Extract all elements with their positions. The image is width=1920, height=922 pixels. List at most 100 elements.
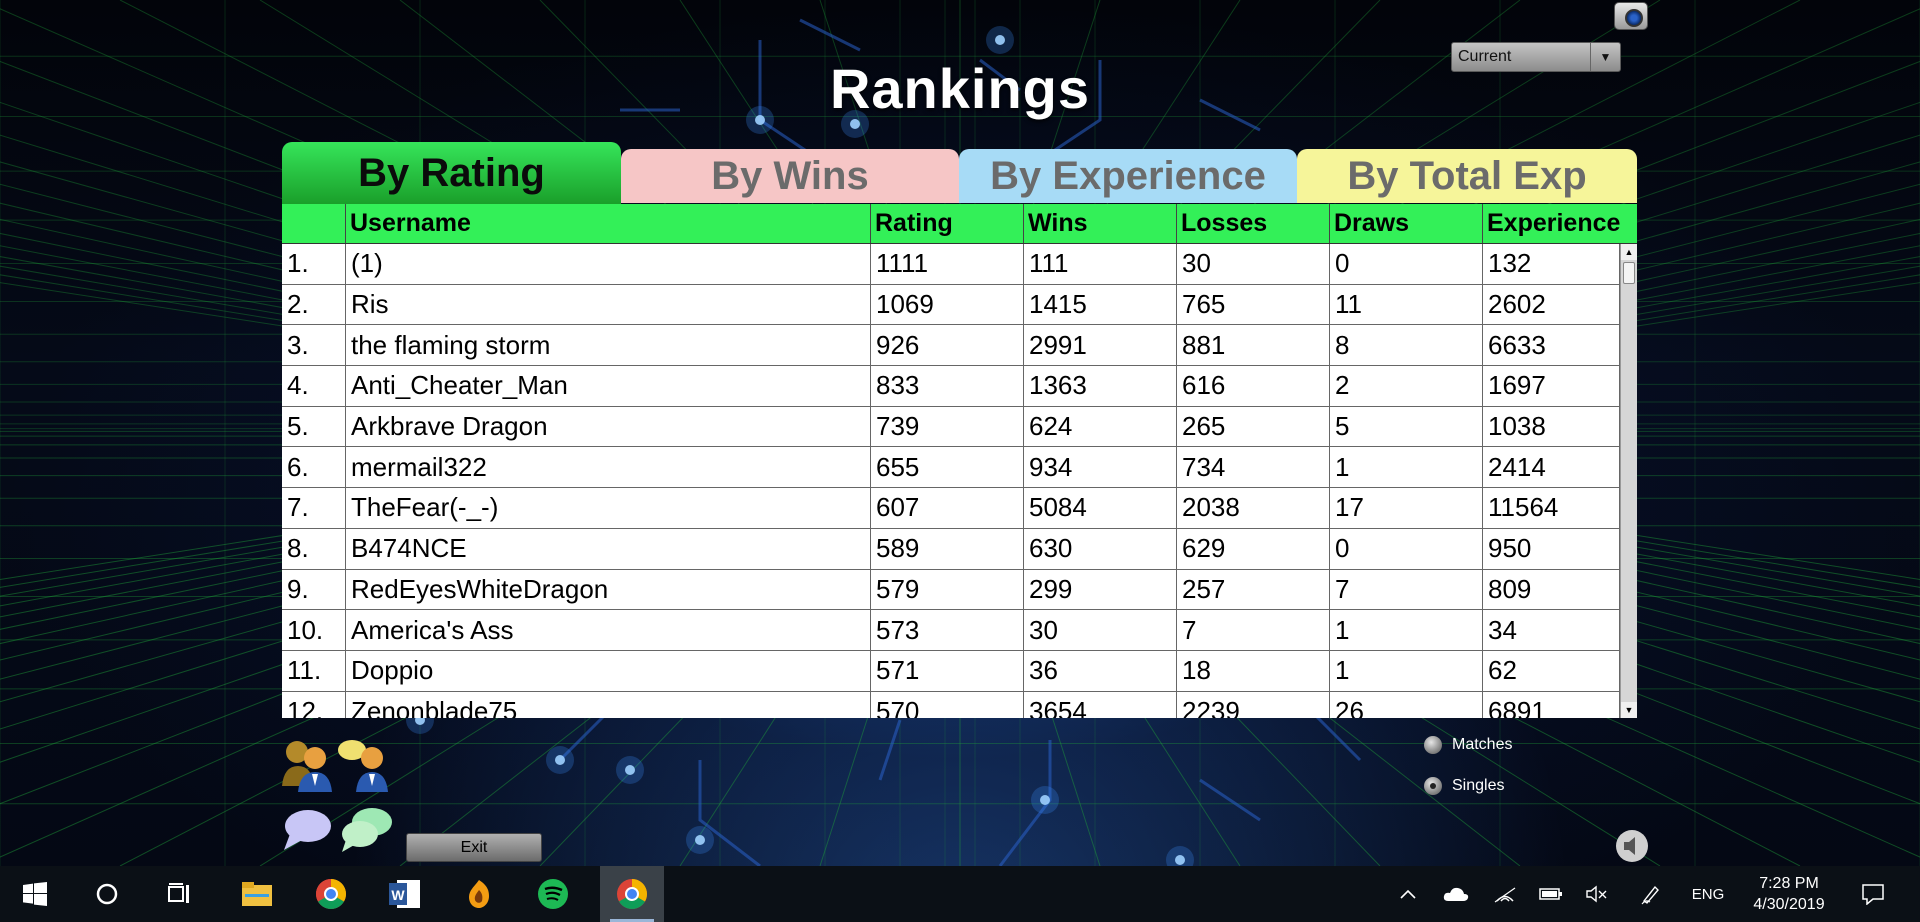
table-cell: 881	[1177, 325, 1330, 366]
windows-taskbar: W ENG 7:28 PM 4/30/2019	[0, 866, 1920, 922]
table-cell: Arkbrave Dragon	[346, 406, 871, 447]
table-row[interactable]: 12. Zenonblade75 570 3654 2239 26 6891	[282, 691, 1620, 718]
start-icon[interactable]	[4, 866, 66, 922]
table-cell: 0	[1330, 528, 1483, 569]
word-icon[interactable]: W	[374, 866, 436, 922]
table-row[interactable]: 5. Arkbrave Dragon 739 624 265 5 1038	[282, 406, 1620, 448]
exit-button[interactable]: Exit	[406, 833, 542, 862]
table-cell: RedEyesWhiteDragon	[346, 569, 871, 610]
table-cell: 934	[1024, 447, 1177, 488]
table-cell: 2038	[1177, 488, 1330, 528]
pen-icon[interactable]	[1634, 866, 1668, 922]
task-view-icon[interactable]	[148, 866, 210, 922]
table-cell: 5.	[282, 406, 346, 447]
table-cell: 111	[1024, 244, 1177, 284]
table-row[interactable]: 1. (1) 1111 111 30 0 132	[282, 244, 1620, 285]
column-header-rating[interactable]: Rating	[871, 204, 1024, 243]
table-cell: 2239	[1177, 691, 1330, 718]
scroll-up-arrow-icon[interactable]: ▲	[1621, 244, 1637, 260]
column-header-username[interactable]: Username	[346, 204, 871, 243]
table-row[interactable]: 3. the flaming storm 926 2991 881 8 6633	[282, 325, 1620, 367]
table-cell: 1	[1330, 447, 1483, 488]
table-scrollbar[interactable]: ▲ ▼	[1620, 244, 1637, 718]
column-header-draws[interactable]: Draws	[1330, 204, 1483, 243]
radio-singles-circle[interactable]	[1424, 777, 1442, 795]
chevron-up-icon[interactable]	[1392, 866, 1424, 922]
table-cell: the flaming storm	[346, 325, 871, 366]
column-header-rank[interactable]	[282, 204, 346, 243]
table-cell: 2	[1330, 366, 1483, 406]
table-cell: 589	[871, 528, 1024, 569]
table-cell: 630	[1024, 528, 1177, 569]
radio-singles-label: Singles	[1452, 777, 1505, 794]
table-header: Username Rating Wins Losses Draws Experience	[282, 204, 1637, 244]
table-cell: 9.	[282, 569, 346, 610]
tab-by-wins[interactable]: By Wins	[621, 149, 959, 203]
screenshot-camera-icon[interactable]	[1614, 2, 1648, 30]
radio-singles[interactable]: Singles	[1424, 777, 1504, 795]
table-cell: 6.	[282, 447, 346, 488]
table-cell: 950	[1483, 528, 1620, 569]
table-cell: 1038	[1483, 406, 1620, 447]
battery-icon[interactable]	[1534, 866, 1568, 922]
notifications-icon[interactable]	[1852, 866, 1894, 922]
radio-matches-circle[interactable]	[1424, 736, 1442, 754]
spotify-icon[interactable]	[522, 866, 584, 922]
table-cell: 607	[871, 488, 1024, 528]
scroll-thumb[interactable]	[1623, 262, 1635, 284]
table-row[interactable]: 11. Doppio 571 36 18 1 62	[282, 650, 1620, 692]
table-cell: 833	[871, 366, 1024, 406]
speaker-icon[interactable]	[1614, 828, 1650, 864]
chrome-active-icon[interactable]	[600, 866, 664, 922]
cortana-icon[interactable]	[76, 866, 138, 922]
file-explorer-icon[interactable]	[226, 866, 288, 922]
table-cell: 2991	[1024, 325, 1177, 366]
wifi-icon[interactable]	[1488, 866, 1522, 922]
table-cell: 62	[1483, 650, 1620, 691]
table-row[interactable]: 2. Ris 1069 1415 765 11 2602	[282, 284, 1620, 326]
tab-by-rating[interactable]: By Rating	[282, 142, 621, 204]
friends-icon[interactable]	[280, 736, 338, 792]
column-header-losses[interactable]: Losses	[1177, 204, 1330, 243]
tab-by-total-exp[interactable]: By Total Exp	[1297, 149, 1637, 203]
table-cell: 7.	[282, 488, 346, 528]
table-cell: 1415	[1024, 284, 1177, 325]
chrome-icon[interactable]	[300, 866, 362, 922]
clock-date: 4/30/2019	[1753, 896, 1825, 913]
volume-muted-icon[interactable]	[1580, 866, 1614, 922]
tab-by-experience[interactable]: By Experience	[959, 149, 1297, 203]
taskbar-clock[interactable]: 7:28 PM 4/30/2019	[1734, 873, 1844, 915]
column-header-wins[interactable]: Wins	[1024, 204, 1177, 243]
table-cell: 734	[1177, 447, 1330, 488]
table-row[interactable]: 6. mermail322 655 934 734 1 2414	[282, 447, 1620, 489]
radio-matches[interactable]: Matches	[1424, 736, 1512, 754]
scroll-down-arrow-icon[interactable]: ▼	[1621, 702, 1637, 718]
table-cell: 926	[871, 325, 1024, 366]
table-cell: 570	[871, 691, 1024, 718]
table-cell: 30	[1024, 610, 1177, 650]
table-cell: 3654	[1024, 691, 1177, 718]
table-cell: 257	[1177, 569, 1330, 610]
column-header-experience[interactable]: Experience	[1483, 204, 1637, 243]
table-cell: 1069	[871, 284, 1024, 325]
table-cell: 11	[1330, 284, 1483, 325]
rankings-table: Username Rating Wins Losses Draws Experience …	[282, 204, 1637, 718]
table-row[interactable]: 7. TheFear(-_-) 607 5084 2038 17 11564	[282, 488, 1620, 529]
table-cell: 265	[1177, 406, 1330, 447]
table-row[interactable]: 8. B474NCE 589 630 629 0 950	[282, 528, 1620, 570]
table-row[interactable]: 9. RedEyesWhiteDragon 579 299 257 7 809	[282, 569, 1620, 611]
table-cell: 765	[1177, 284, 1330, 325]
chat-bubble-icon[interactable]	[282, 808, 332, 852]
table-cell: 132	[1483, 244, 1620, 284]
onedrive-icon[interactable]	[1438, 866, 1474, 922]
table-cell: Zenonblade75	[346, 691, 871, 718]
table-row[interactable]: 4. Anti_Cheater_Man 833 1363 616 2 1697	[282, 366, 1620, 407]
language-indicator[interactable]: ENG	[1686, 866, 1730, 922]
team-chat-icon[interactable]	[336, 736, 394, 792]
fl-studio-icon[interactable]	[448, 866, 510, 922]
table-cell: 299	[1024, 569, 1177, 610]
table-cell: 17	[1330, 488, 1483, 528]
group-chat-icon[interactable]	[340, 806, 394, 854]
table-cell: 30	[1177, 244, 1330, 284]
table-row[interactable]: 10. America's Ass 573 30 7 1 34	[282, 610, 1620, 651]
